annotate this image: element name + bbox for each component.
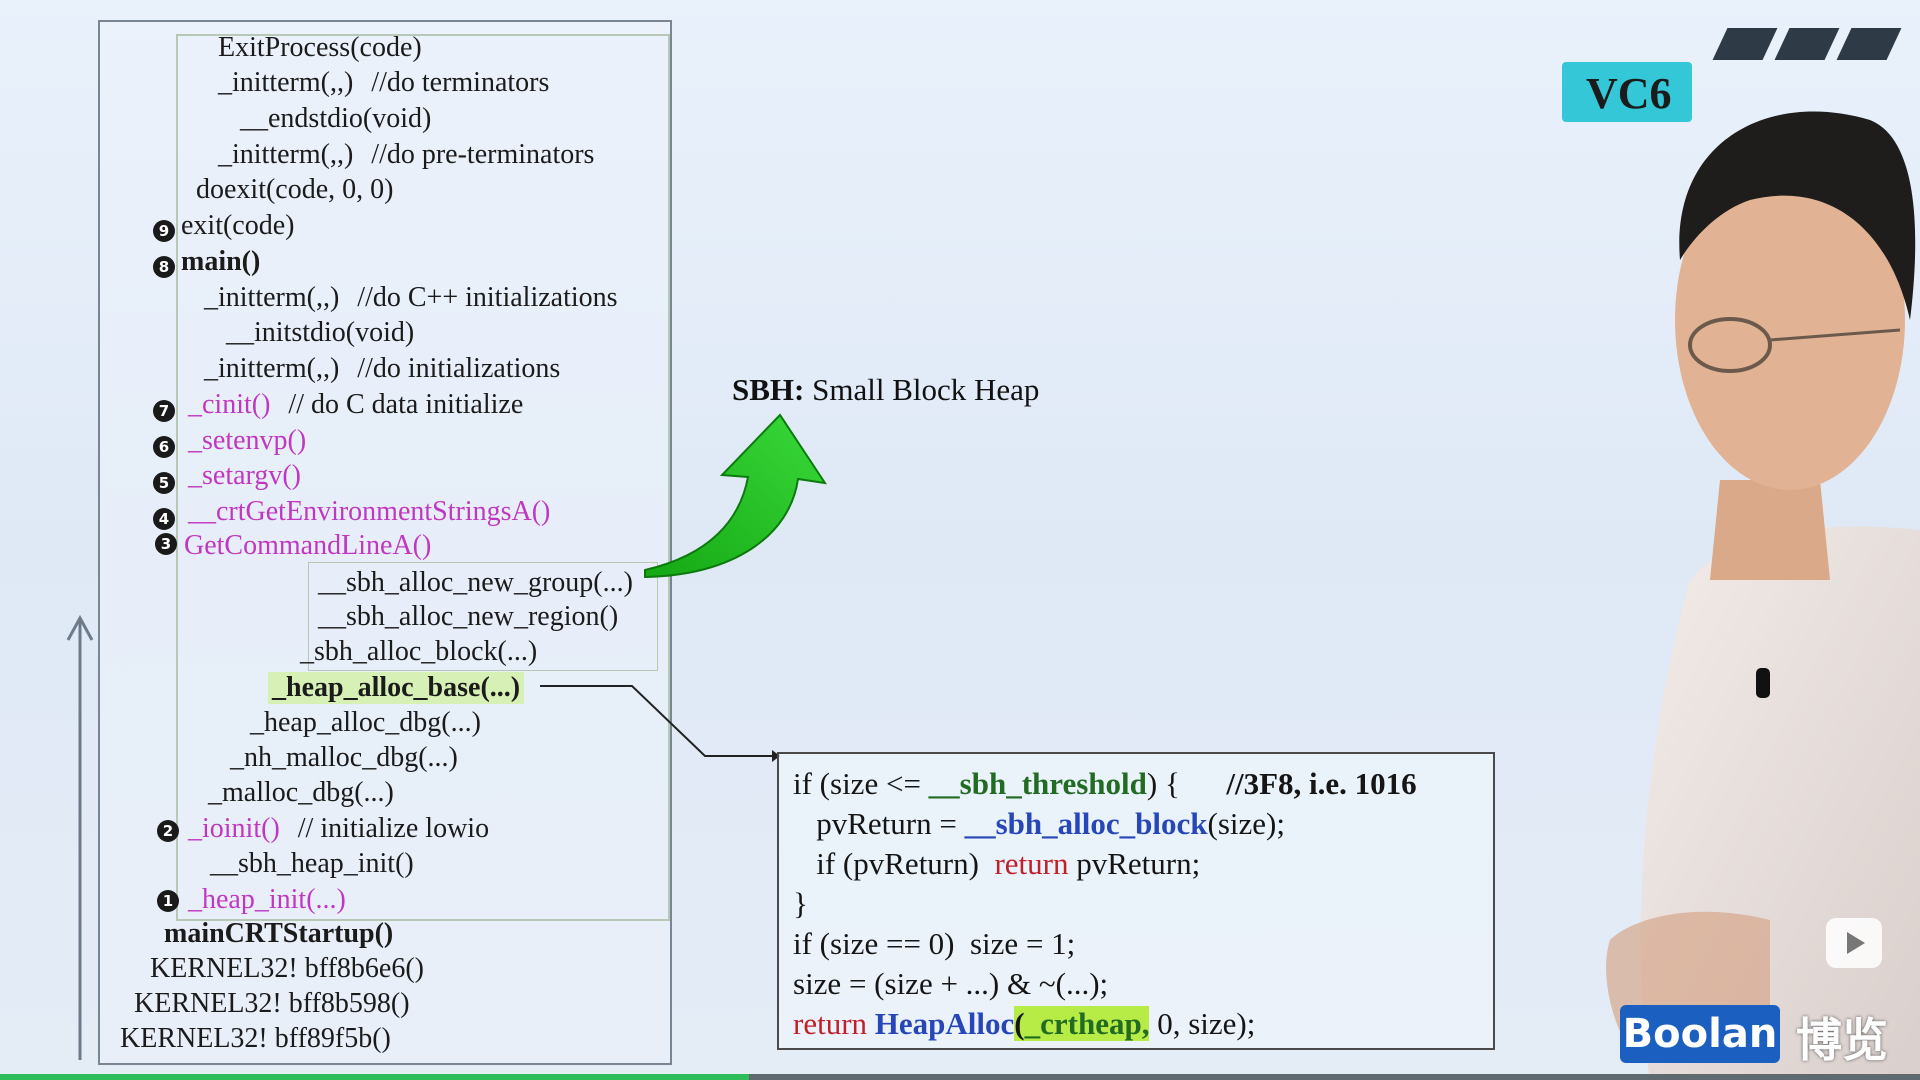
stack-line: mainCRTStartup() bbox=[164, 918, 394, 949]
stack-line: _malloc_dbg(...) bbox=[208, 777, 394, 808]
code-line: size = (size + ...) & ~(...); bbox=[793, 966, 1109, 1001]
stack-line: doexit(code, 0, 0) bbox=[196, 174, 394, 205]
logo-bar-tile bbox=[1836, 28, 1902, 60]
stack-line: _setargv() bbox=[188, 460, 301, 491]
stack-line: __sbh_alloc_new_region() bbox=[318, 601, 619, 632]
step-badge: 1 bbox=[157, 890, 179, 912]
connector-arrow-icon bbox=[540, 685, 780, 762]
stack-line: __sbh_alloc_new_group(...) bbox=[318, 567, 633, 598]
stack-line: _initterm(,,)//do pre-terminators bbox=[218, 139, 595, 170]
step-badge: 9 bbox=[153, 220, 175, 242]
stack-line: KERNEL32! bff89f5b() bbox=[120, 1023, 391, 1054]
step-badge: 2 bbox=[157, 820, 179, 842]
code-line: } bbox=[793, 886, 808, 921]
stack-line: _heap_init(...) bbox=[188, 884, 346, 915]
video-progress-bar[interactable] bbox=[0, 1074, 1920, 1080]
boolan-logo-cn: 博览 bbox=[1796, 1013, 1888, 1067]
step-badge: 6 bbox=[153, 436, 175, 458]
logo-bar-tile bbox=[1774, 28, 1840, 60]
code-line: return HeapAlloc(_crtheap, 0, size); bbox=[793, 1006, 1256, 1041]
step-badge: 7 bbox=[153, 400, 175, 422]
stack-line: GetCommandLineA() bbox=[184, 530, 432, 561]
stack-line: _nh_malloc_dbg(...) bbox=[230, 742, 458, 773]
sbh-title: SBH: Small Block Heap bbox=[732, 372, 1040, 407]
green-curved-arrow-icon bbox=[644, 413, 828, 579]
stack-line: ExitProcess(code) bbox=[218, 32, 422, 63]
video-frame: ExitProcess(code) _initterm(,,)//do term… bbox=[0, 0, 1920, 1080]
stack-line: _initterm(,,)//do C++ initializations bbox=[204, 282, 618, 313]
play-button-icon[interactable] bbox=[1826, 918, 1882, 968]
stack-line: _ioinit()// initialize lowio bbox=[188, 813, 490, 844]
stack-line: _initterm(,,)//do initializations bbox=[204, 353, 561, 384]
code-line: if (size == 0) size = 1; bbox=[793, 926, 1076, 961]
stack-line: __endstdio(void) bbox=[240, 103, 432, 134]
step-badge: 3 bbox=[155, 533, 177, 555]
step-badge: 4 bbox=[153, 508, 175, 530]
video-progress-fill bbox=[0, 1074, 749, 1080]
code-line: if (pvReturn) return pvReturn; bbox=[793, 846, 1201, 881]
code-line: if (size <= __sbh_threshold) { //3F8, i.… bbox=[793, 766, 1417, 801]
step-badge: 5 bbox=[153, 472, 175, 494]
up-arrow-icon bbox=[66, 614, 94, 1060]
stack-line-heap-alloc-base: _heap_alloc_base(...) bbox=[268, 672, 525, 704]
stack-line: __initstdio(void) bbox=[226, 317, 415, 348]
stack-line: _setenvp() bbox=[188, 425, 307, 456]
stack-line: KERNEL32! bff8b598() bbox=[134, 988, 410, 1019]
stack-line: _initterm(,,)//do terminators bbox=[218, 67, 550, 98]
code-line: pvReturn = __sbh_alloc_block(size); bbox=[793, 806, 1285, 841]
stack-line: _sbh_alloc_block(...) bbox=[300, 636, 538, 667]
stack-line: main() bbox=[181, 246, 261, 277]
stack-line: _cinit()// do C data initialize bbox=[188, 389, 524, 420]
code-snippet-box: if (size <= __sbh_threshold) { //3F8, i.… bbox=[777, 752, 1495, 1050]
stack-line: KERNEL32! bff8b6e6() bbox=[150, 953, 424, 984]
stack-line: __crtGetEnvironmentStringsA() bbox=[188, 496, 551, 527]
boolan-logo: Boolan bbox=[1620, 1005, 1780, 1063]
step-badge: 8 bbox=[153, 256, 175, 278]
logo-bar-tile bbox=[1712, 28, 1778, 60]
stack-line: _heap_alloc_dbg(...) bbox=[250, 707, 481, 738]
stack-line: __sbh_heap_init() bbox=[210, 848, 414, 879]
stack-line: exit(code) bbox=[181, 210, 295, 241]
